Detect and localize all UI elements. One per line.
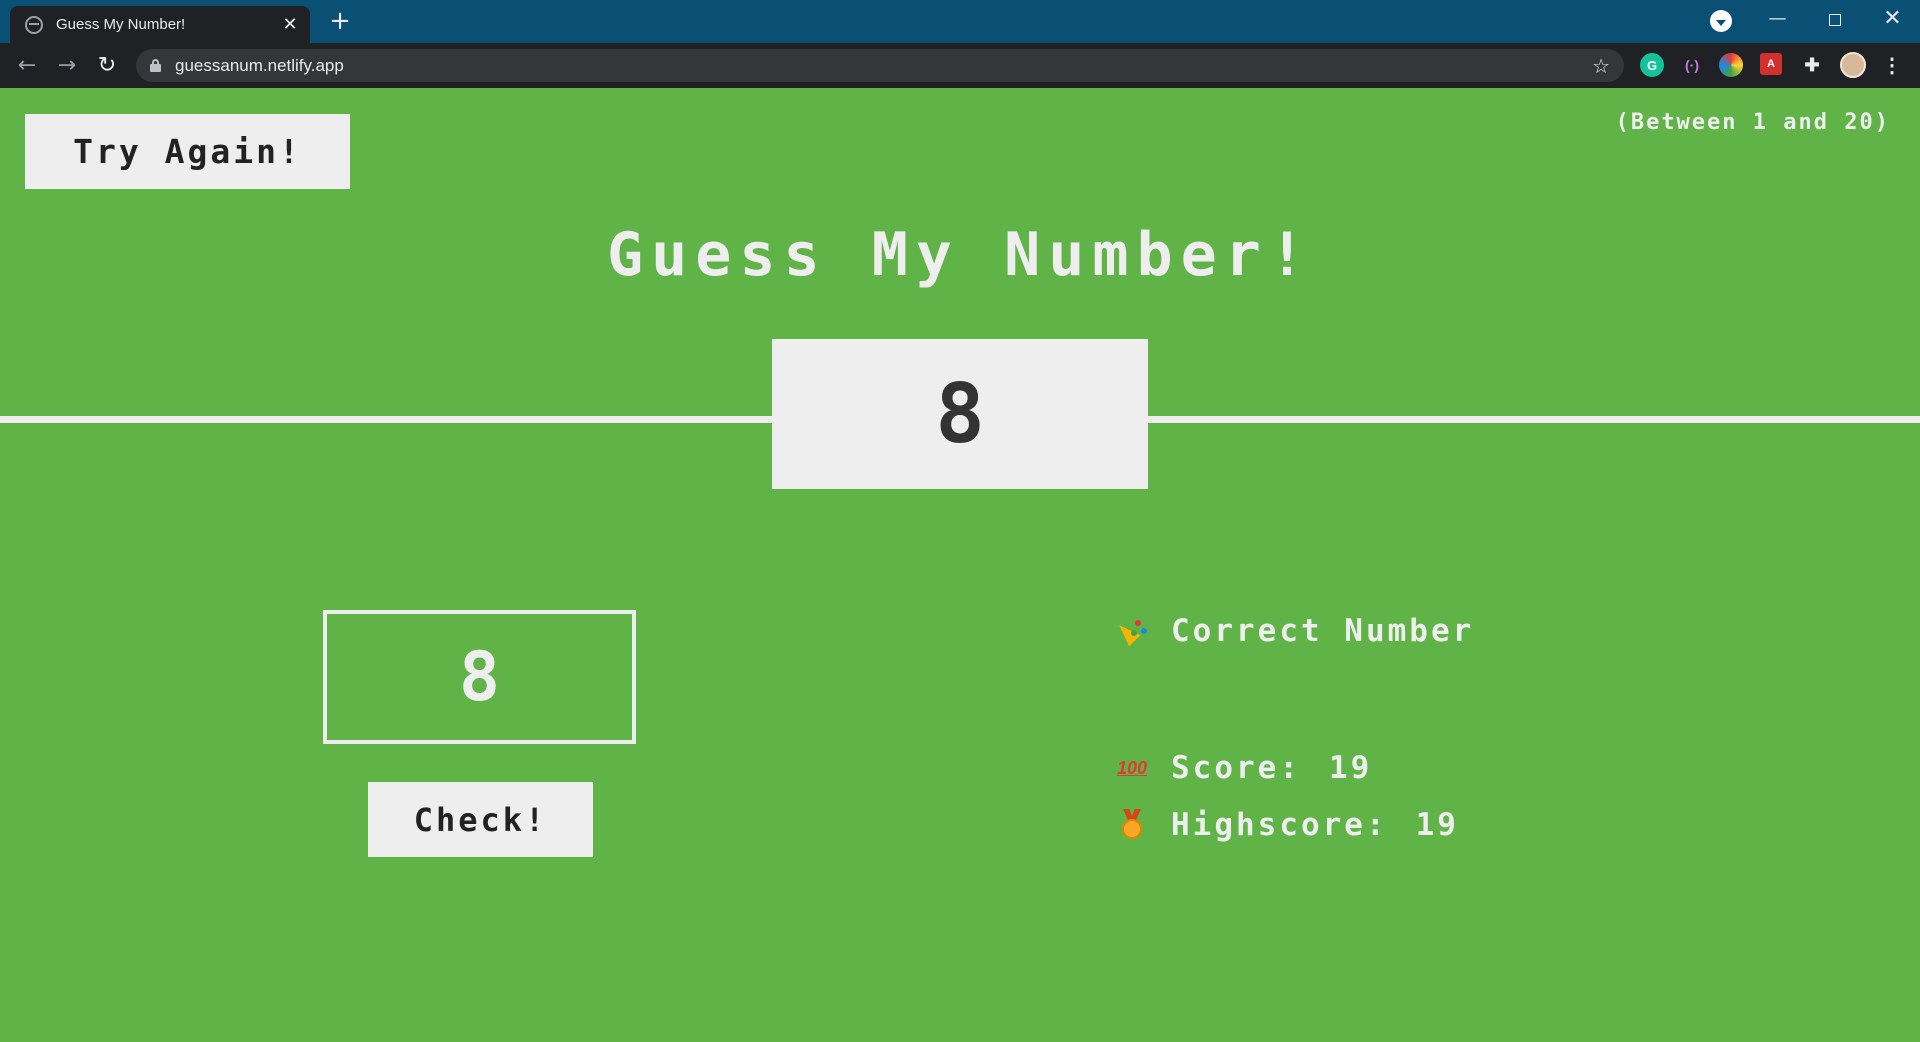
highscore-label: Highscore: [1171,807,1388,843]
try-again-button[interactable]: Try Again! [25,114,350,189]
bookmark-star-icon[interactable]: ☆ [1592,54,1610,78]
tab-search-icon[interactable] [1710,10,1732,32]
browser-tab[interactable]: Guess My Number! ✕ [10,6,310,43]
globe-icon [25,15,43,34]
tab-close-icon[interactable]: ✕ [280,14,300,35]
reload-button[interactable]: ↻ [90,49,124,83]
party-popper-icon [1115,614,1149,648]
hundred-points-icon: 100 [1116,757,1148,778]
game-page: Try Again! (Between 1 and 20) Guess My N… [0,88,1920,1042]
url-text[interactable]: guessanum.netlify.app [175,56,1592,76]
color-picker-extension-icon[interactable] [1719,53,1743,77]
window-close-button[interactable]: ✕ [1865,0,1920,40]
score-value: 19 [1328,750,1373,786]
score-label: Score: [1171,750,1301,786]
page-title: Guess My Number! [607,220,1313,290]
profile-avatar[interactable] [1840,52,1866,78]
highscore-value: 19 [1415,807,1459,843]
new-tab-button[interactable]: + [325,6,355,36]
browser-toolbar: ← → ↻ guessanum.netlify.app ☆ G (·) A ✚ … [0,43,1920,88]
status-message: Correct Number [1171,613,1475,649]
lock-icon[interactable] [150,59,161,72]
window-minimize-button[interactable]: — [1750,0,1805,40]
message-row: Correct Number [1115,613,1474,649]
secret-number-box: 8 [772,339,1148,489]
range-hint: (Between 1 and 20) [1615,110,1890,135]
guess-input[interactable] [323,610,636,744]
medal-icon [1115,808,1149,842]
grammarly-extension-icon[interactable]: G [1640,53,1664,77]
restore-icon [1828,14,1841,26]
extensions-puzzle-icon[interactable]: ✚ [1800,53,1824,77]
browser-menu-icon[interactable]: ⋮ [1880,53,1904,77]
forward-button[interactable]: → [50,49,84,83]
tab-title: Guess My Number! [56,16,186,33]
pdf-extension-icon[interactable]: A [1760,53,1782,75]
window-restore-button[interactable] [1807,0,1862,40]
podcast-extension-icon[interactable]: (·) [1680,53,1704,77]
highscore-row: Highscore: 19 [1115,807,1459,843]
check-button[interactable]: Check! [368,782,593,857]
score-row: 100 Score: 19 [1115,750,1372,786]
back-button[interactable]: ← [10,49,44,83]
browser-tab-strip: Guess My Number! ✕ + — ✕ [0,0,1920,43]
address-bar[interactable]: guessanum.netlify.app ☆ [136,49,1624,82]
